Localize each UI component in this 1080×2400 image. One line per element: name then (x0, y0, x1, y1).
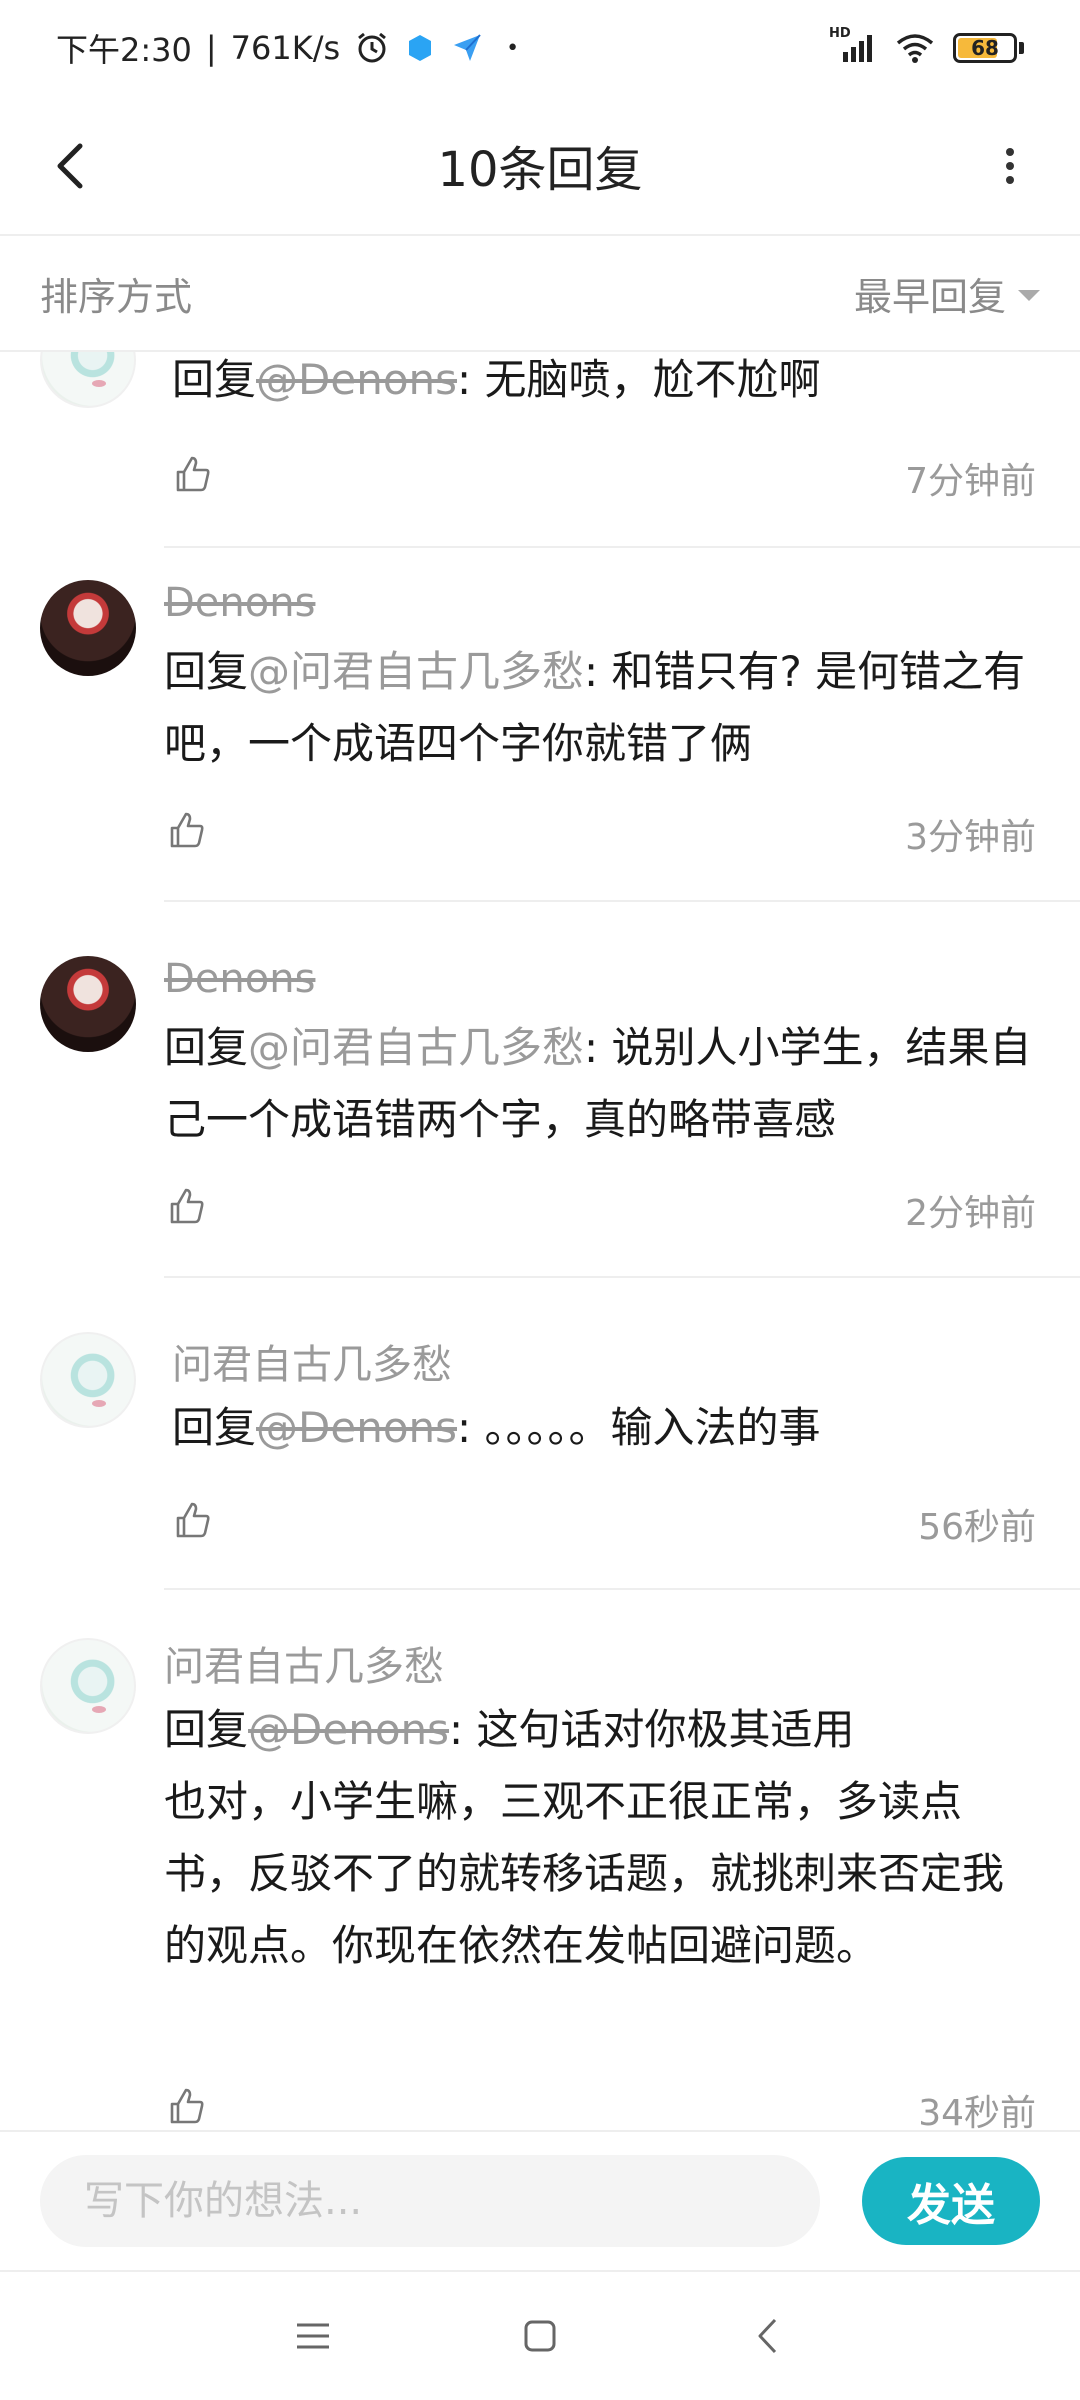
more-button[interactable] (980, 136, 1040, 196)
avatar[interactable] (40, 1638, 136, 1734)
battery-level: 68 (971, 36, 999, 60)
home-icon (524, 2320, 556, 2352)
status-dot: • (506, 35, 520, 61)
page-title: 10条回复 (437, 142, 643, 198)
reply-text: 回复@问君自古几多愁: 和错只有? 是何错之有吧，一个成语四个字你就错了俩 (164, 647, 1026, 768)
comment-input-bar: 发送 (0, 2130, 1080, 2270)
username[interactable]: 问君自古几多愁 (164, 1634, 444, 1692)
reply-text: 回复@Denons: 这句话对你极其适用 也对，小学生嘛，三观不正很正常，多读点… (164, 1694, 1044, 1982)
thumb-up-icon[interactable] (170, 452, 214, 496)
sort-caret-icon (1018, 289, 1040, 301)
status-right: HD 68 (829, 26, 1024, 64)
avatar[interactable] (40, 956, 136, 1052)
mention-link[interactable]: @Denons (248, 1705, 449, 1754)
thumb-up-icon[interactable] (164, 2084, 208, 2128)
status-time: 下午2:30 (56, 31, 192, 69)
signal-icon: HD (829, 26, 877, 64)
sort-value: 最早回复 (853, 274, 1006, 319)
sort-dropdown[interactable]: 最早回复 (854, 266, 1040, 321)
reply-text: 回复@问君自古几多愁: 说别人小学生，结果自己一个成语错两个字，真的略带喜感 (164, 1023, 1032, 1144)
divider (164, 546, 1080, 548)
reply-time: 2分钟前 (905, 1193, 1036, 1234)
username[interactable]: 问君自古几多愁 (172, 1332, 452, 1390)
reply-text: 回复@Denons: 无脑喷，尬不尬啊 (172, 355, 821, 404)
username[interactable]: Denons (164, 580, 315, 626)
reply-item: 问君自古几多愁 回复@Denons: 这句话对你极其适用 也对，小学生嘛，三观不… (0, 1638, 1080, 2130)
menu-button[interactable] (273, 2296, 353, 2376)
reply-time: 34秒前 (918, 2093, 1036, 2130)
system-nav-bar (0, 2270, 1080, 2400)
net-speed: 761K/s (230, 29, 341, 67)
reply-item: 问君自古几多愁 回复@Denons: 。。。。。输入法的事 56秒前 (0, 1332, 1080, 1638)
avatar[interactable] (40, 580, 136, 676)
thumb-up-icon[interactable] (164, 808, 208, 852)
more-icon (1006, 148, 1014, 184)
thumb-up-icon[interactable] (164, 1184, 208, 1228)
mention-link[interactable]: @Denons (256, 355, 457, 404)
thumb-up-icon[interactable] (170, 1498, 214, 1542)
reply-text-continued: 也对，小学生嘛，三观不正很正常，多读点书，反驳不了的就转移话题，就挑刺来否定我的… (164, 1777, 1005, 1970)
sort-bar: 排序方式 最早回复 (0, 236, 1080, 352)
comment-input[interactable] (40, 2155, 820, 2247)
nav-back-icon (758, 2318, 776, 2354)
mention-link[interactable]: @Denons (256, 1403, 457, 1452)
feishu-icon (450, 31, 484, 65)
avatar[interactable] (40, 1332, 136, 1428)
send-button[interactable]: 发送 (862, 2157, 1040, 2245)
username[interactable]: Denons (164, 956, 315, 1002)
avatar[interactable] (40, 352, 136, 408)
reply-time: 56秒前 (918, 1507, 1036, 1548)
mention-link[interactable]: @问君自古几多愁 (248, 647, 584, 696)
battery-icon: 68 (953, 33, 1024, 63)
back-icon (57, 143, 83, 189)
status-separator: | (205, 29, 217, 67)
alarm-icon (354, 30, 390, 66)
divider (164, 1276, 1080, 1278)
sort-label: 排序方式 (40, 274, 193, 319)
mention-link[interactable]: @问君自古几多愁 (248, 1023, 584, 1072)
reply-item: Denons 回复@问君自古几多愁: 说别人小学生，结果自己一个成语错两个字，真… (0, 956, 1080, 1332)
header: 10条回复 (0, 96, 1080, 236)
app-icon (404, 32, 436, 64)
status-bar: 下午2:30 | 761K/s • HD 68 (0, 0, 1080, 96)
home-button[interactable] (500, 2296, 580, 2376)
hd-label: HD (829, 26, 851, 41)
status-left: 下午2:30 | 761K/s • (56, 25, 519, 71)
back-button[interactable] (40, 136, 100, 196)
menu-icon (297, 2323, 330, 2349)
wifi-icon (895, 32, 935, 64)
reply-item: Denons 回复@问君自古几多愁: 和错只有? 是何错之有吧，一个成语四个字你… (0, 580, 1080, 956)
reply-text: 回复@Denons: 。。。。。输入法的事 (172, 1403, 821, 1452)
reply-time: 7分钟前 (905, 461, 1036, 502)
nav-back-button[interactable] (727, 2296, 807, 2376)
divider (164, 900, 1080, 902)
reply-list[interactable]: 回复@Denons: 无脑喷，尬不尬啊 7分钟前 Denons 回复@问君自古几… (0, 352, 1080, 2130)
divider (164, 1588, 1080, 1590)
reply-time: 3分钟前 (905, 817, 1036, 858)
